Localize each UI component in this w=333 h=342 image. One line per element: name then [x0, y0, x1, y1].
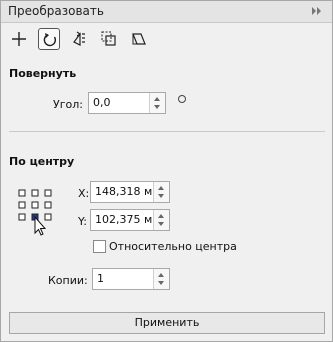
- center-heading: По центру: [9, 155, 75, 168]
- decrement-arrow-icon[interactable]: [158, 222, 164, 226]
- increment-arrow-icon[interactable]: [158, 186, 164, 190]
- decrement-arrow-icon[interactable]: [154, 105, 160, 109]
- copies-value[interactable]: 1: [97, 272, 104, 285]
- transform-panel: Преобразовать Повернуть Угол: 0,0 По цен…: [0, 0, 333, 342]
- angle-spinbox[interactable]: 0,0: [88, 92, 166, 114]
- decrement-arrow-icon[interactable]: [158, 194, 164, 198]
- copies-label: Копии:: [48, 274, 88, 287]
- copies-spinbox[interactable]: 1: [92, 268, 170, 290]
- x-label: X:: [78, 187, 90, 200]
- rotate-heading: Повернуть: [9, 67, 77, 80]
- skew-icon[interactable]: [128, 28, 150, 50]
- decrement-arrow-icon[interactable]: [158, 281, 164, 285]
- increment-arrow-icon[interactable]: [158, 214, 164, 218]
- apply-button[interactable]: Применить: [9, 312, 325, 334]
- angle-value[interactable]: 0,0: [93, 96, 111, 109]
- mirror-icon[interactable]: [68, 28, 90, 50]
- x-value[interactable]: 148,318 мм: [95, 185, 153, 198]
- section-divider: [9, 131, 325, 132]
- y-label: Y:: [78, 215, 87, 228]
- panel-title: Преобразовать: [8, 4, 104, 18]
- x-spinbox[interactable]: 148,318 мм: [90, 181, 170, 203]
- size-icon[interactable]: [98, 28, 120, 50]
- double-chevron-right-icon[interactable]: [310, 5, 324, 17]
- angle-label: Угол:: [53, 98, 83, 111]
- move-cross-icon[interactable]: [8, 28, 30, 50]
- y-spinbox[interactable]: 102,375 мм: [90, 209, 170, 231]
- rotate-icon[interactable]: [38, 28, 60, 50]
- panel-titlebar: Преобразовать: [1, 1, 332, 23]
- anchor-grid-icon[interactable]: [17, 188, 53, 236]
- y-value[interactable]: 102,375 мм: [95, 213, 153, 226]
- transform-toolbar: [1, 23, 332, 55]
- increment-arrow-icon[interactable]: [154, 97, 160, 101]
- increment-arrow-icon[interactable]: [158, 273, 164, 277]
- relative-center-checkbox[interactable]: [93, 240, 106, 253]
- rotation-center-icon: [178, 95, 186, 103]
- relative-center-label[interactable]: Относительно центра: [109, 240, 237, 253]
